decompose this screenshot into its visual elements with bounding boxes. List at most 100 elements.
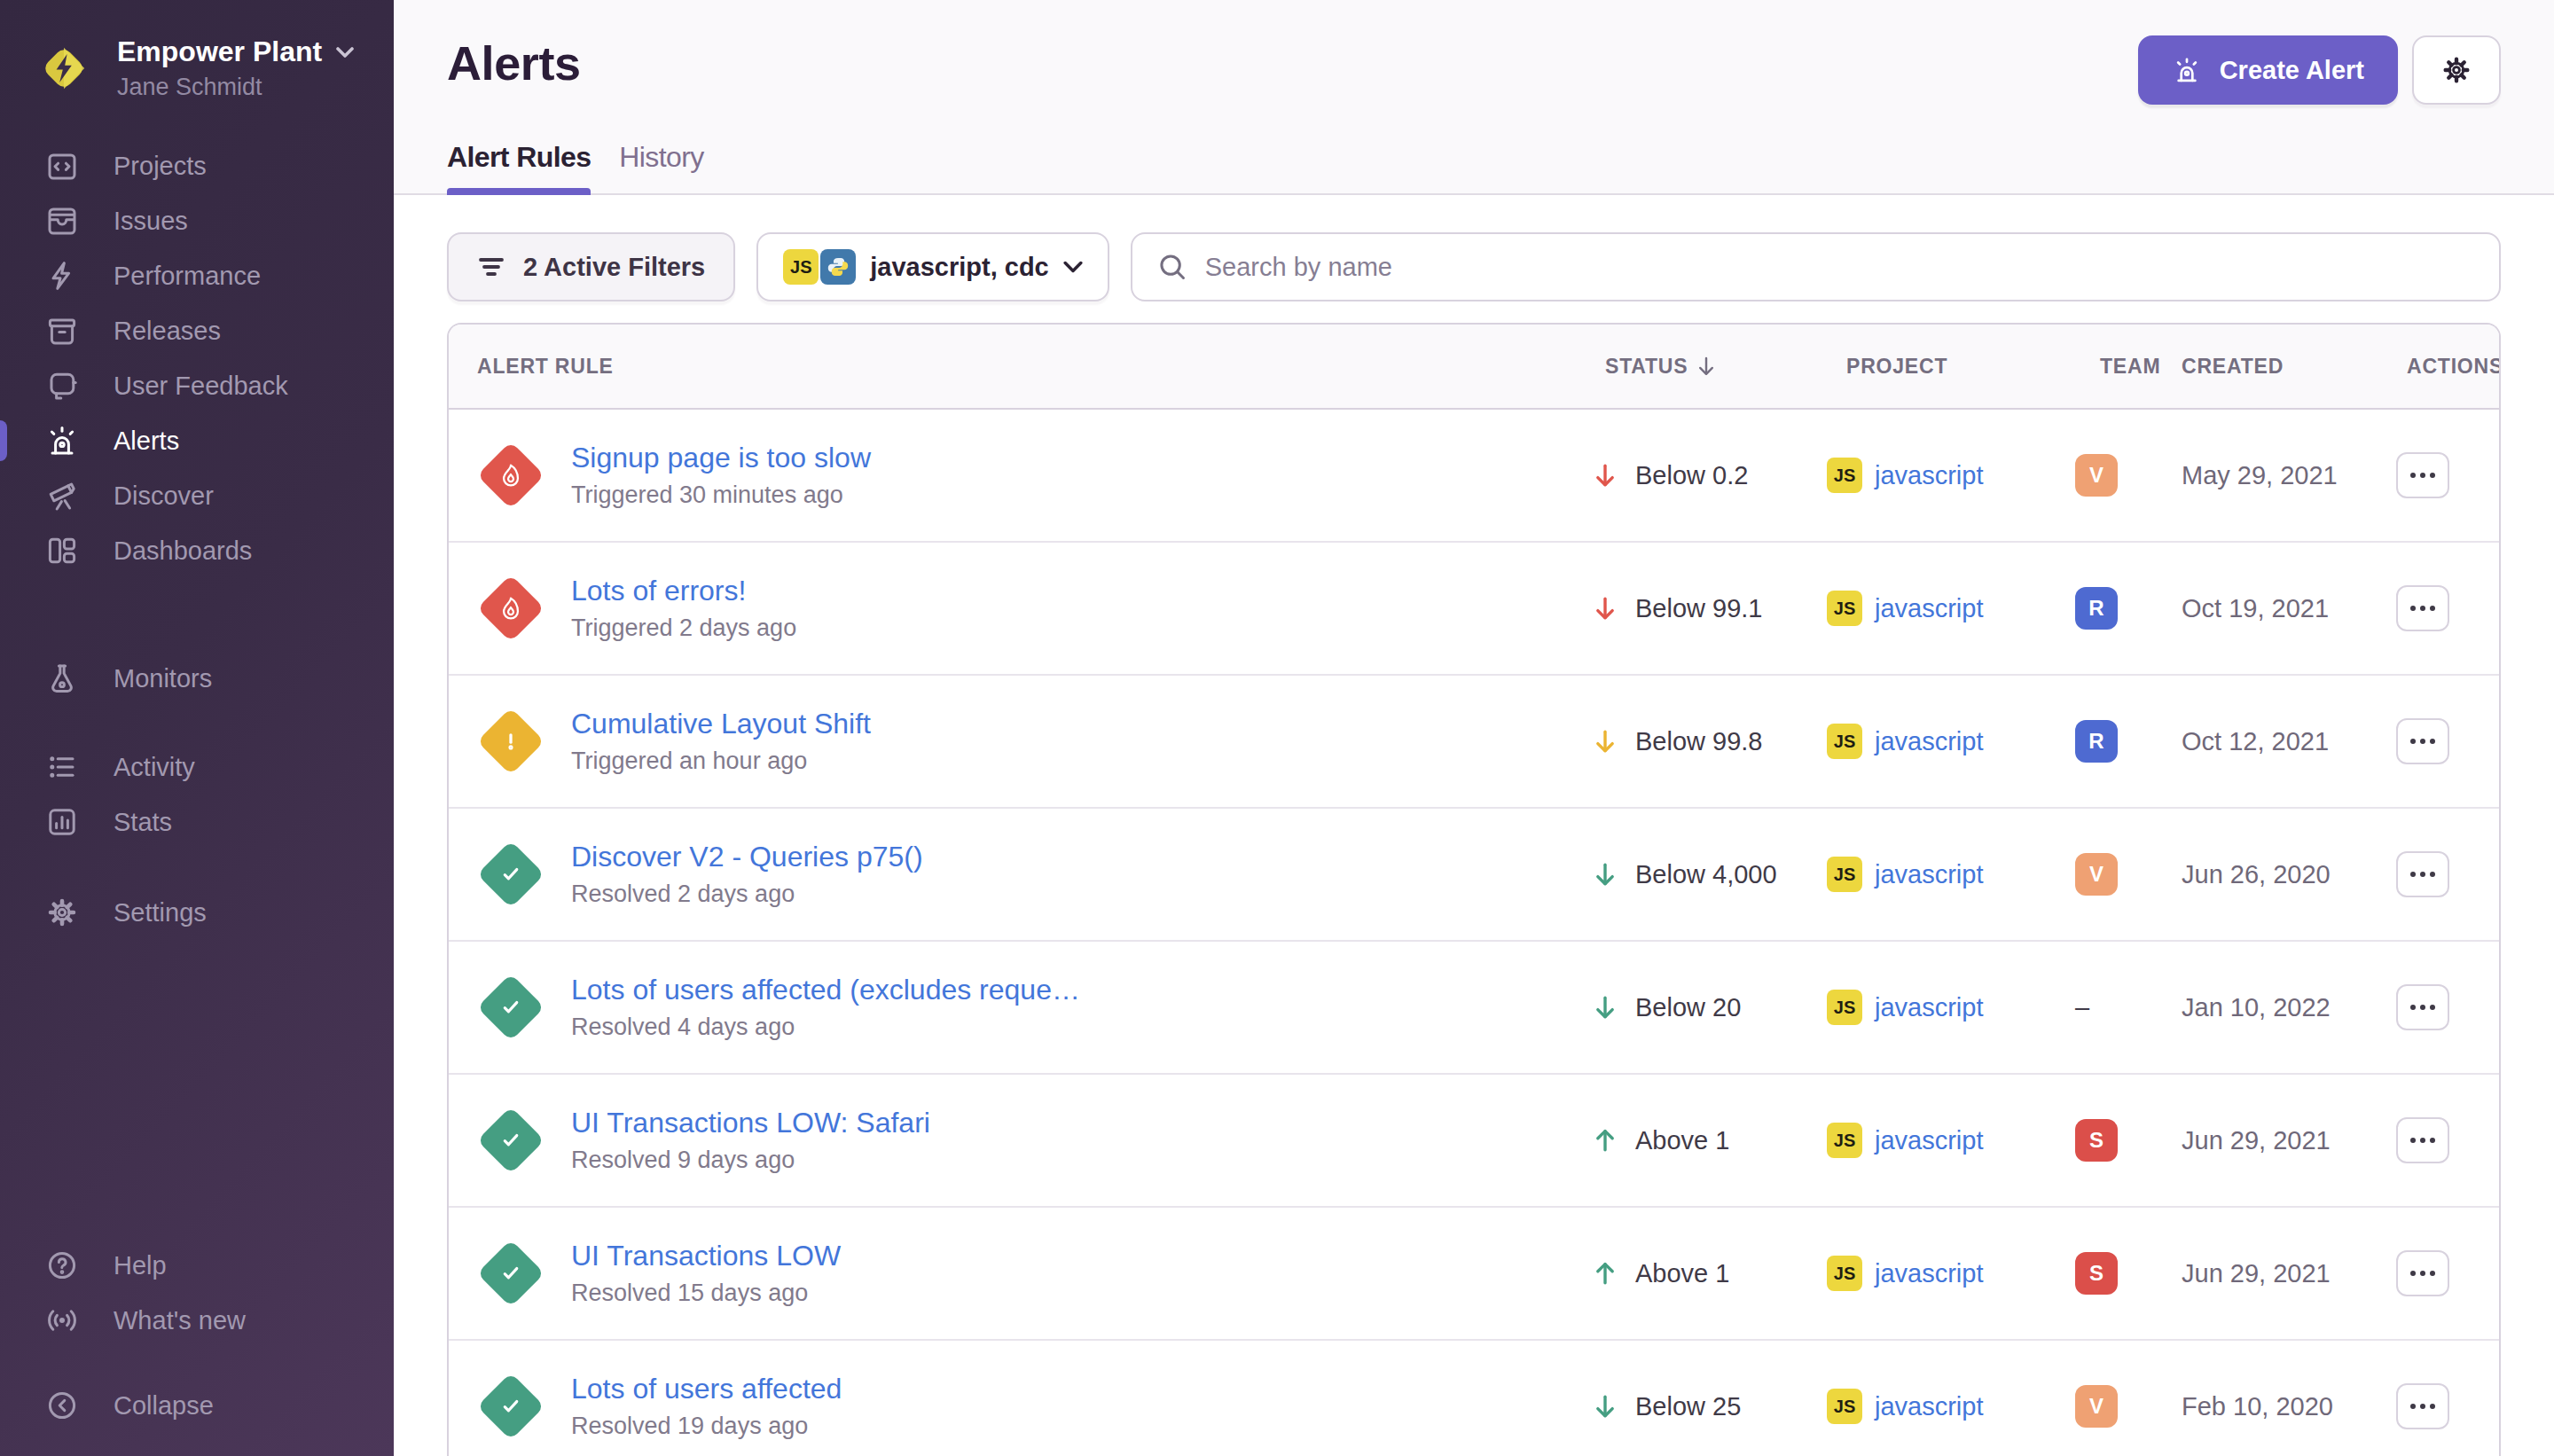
alert-rule-status-text: Resolved 2 days ago bbox=[571, 881, 923, 908]
column-header-project[interactable]: PROJECT bbox=[1818, 355, 2072, 379]
search-input[interactable]: Search by name bbox=[1131, 232, 2501, 301]
project-link[interactable]: javascript bbox=[1875, 1259, 1984, 1288]
table-row: Lots of users affected Resolved 19 days … bbox=[449, 1341, 2499, 1456]
sidebar-item-releases[interactable]: Releases bbox=[0, 303, 394, 358]
project-link[interactable]: javascript bbox=[1875, 461, 1984, 490]
row-actions-button[interactable] bbox=[2396, 1383, 2449, 1429]
sidebar-item-monitors[interactable]: Monitors bbox=[0, 651, 394, 706]
column-header-team[interactable]: TEAM bbox=[2072, 355, 2153, 379]
sidebar-item-whats-new[interactable]: What's new bbox=[0, 1293, 394, 1348]
sidebar-item-user-feedback[interactable]: User Feedback bbox=[0, 358, 394, 413]
column-header-created[interactable]: CREATED bbox=[2153, 355, 2378, 379]
row-actions-button[interactable] bbox=[2396, 1117, 2449, 1163]
table-row: Signup page is too slow Triggered 30 min… bbox=[449, 410, 2499, 543]
project-link[interactable]: javascript bbox=[1875, 594, 1984, 623]
trend-arrow-icon bbox=[1591, 1259, 1619, 1288]
settings-gear-button[interactable] bbox=[2412, 35, 2501, 105]
alert-rule-link[interactable]: Discover V2 - Queries p75() bbox=[571, 841, 923, 873]
issues-icon bbox=[44, 203, 80, 239]
team-avatar: V bbox=[2075, 853, 2118, 896]
severity-icon bbox=[477, 974, 544, 1041]
row-actions-button[interactable] bbox=[2396, 1250, 2449, 1296]
sidebar-item-projects[interactable]: Projects bbox=[0, 138, 394, 193]
actions-cell bbox=[2378, 585, 2499, 631]
projects-icon bbox=[44, 148, 80, 184]
alert-rule-status-text: Triggered an hour ago bbox=[571, 748, 871, 775]
project-filter-select[interactable]: JS javascript, cdc bbox=[756, 232, 1109, 301]
alert-rule-link[interactable]: Lots of users affected bbox=[571, 1373, 842, 1405]
list-icon bbox=[44, 749, 80, 785]
javascript-platform-icon: JS bbox=[1827, 990, 1862, 1025]
alert-rule-link[interactable]: Lots of errors! bbox=[571, 575, 796, 607]
actions-cell bbox=[2378, 1250, 2499, 1296]
sidebar-item-collapse[interactable]: Collapse bbox=[0, 1378, 394, 1433]
column-header-alert-rule[interactable]: ALERT RULE bbox=[449, 355, 1577, 379]
project-link[interactable]: javascript bbox=[1875, 1392, 1984, 1421]
row-actions-button[interactable] bbox=[2396, 984, 2449, 1030]
alert-rule-link[interactable]: UI Transactions LOW: Safari bbox=[571, 1107, 930, 1139]
alert-rule-link[interactable]: Cumulative Layout Shift bbox=[571, 708, 871, 740]
collapse-icon bbox=[44, 1388, 80, 1423]
flask-icon bbox=[44, 661, 80, 696]
created-cell: Jan 10, 2022 bbox=[2153, 993, 2378, 1022]
table-row: UI Transactions LOW: Safari Resolved 9 d… bbox=[449, 1075, 2499, 1208]
org-switcher[interactable]: Empower Plant Jane Schmidt bbox=[0, 0, 394, 101]
table-row: UI Transactions LOW Resolved 15 days ago… bbox=[449, 1208, 2499, 1341]
create-alert-button[interactable]: Create Alert bbox=[2138, 35, 2398, 105]
sidebar-item-help[interactable]: Help bbox=[0, 1238, 394, 1293]
actions-cell bbox=[2378, 1117, 2499, 1163]
alert-rule-link[interactable]: UI Transactions LOW bbox=[571, 1240, 841, 1272]
sidebar-item-discover[interactable]: Discover bbox=[0, 468, 394, 523]
trend-arrow-icon bbox=[1591, 461, 1619, 489]
severity-icon bbox=[477, 841, 544, 908]
alert-rule-link[interactable]: Signup page is too slow bbox=[571, 442, 871, 474]
status-cell: Below 20 bbox=[1577, 993, 1818, 1022]
project-cell: JS javascript bbox=[1818, 1389, 2072, 1424]
alert-rule-status-text: Triggered 2 days ago bbox=[571, 614, 796, 642]
feedback-icon bbox=[44, 368, 80, 403]
active-filters-button[interactable]: 2 Active Filters bbox=[447, 232, 735, 301]
project-link[interactable]: javascript bbox=[1875, 993, 1984, 1022]
sidebar-item-alerts[interactable]: Alerts bbox=[0, 413, 394, 468]
javascript-platform-icon: JS bbox=[1827, 458, 1862, 493]
tab-alert-rules[interactable]: Alert Rules bbox=[447, 141, 591, 193]
team-cell: S bbox=[2072, 1252, 2153, 1295]
chevron-down-icon bbox=[336, 46, 354, 59]
trend-arrow-icon bbox=[1591, 1126, 1619, 1155]
project-link[interactable]: javascript bbox=[1875, 860, 1984, 889]
row-actions-button[interactable] bbox=[2396, 585, 2449, 631]
alert-rule-link[interactable]: Lots of users affected (excludes reque… bbox=[571, 974, 1080, 1006]
severity-icon bbox=[477, 708, 544, 775]
project-link[interactable]: javascript bbox=[1875, 727, 1984, 756]
row-actions-button[interactable] bbox=[2396, 718, 2449, 764]
actions-cell bbox=[2378, 851, 2499, 897]
trend-arrow-icon bbox=[1591, 727, 1619, 755]
team-cell: V bbox=[2072, 1385, 2153, 1428]
column-header-actions[interactable]: ACTIONS bbox=[2378, 355, 2499, 379]
team-cell: – bbox=[2072, 993, 2153, 1022]
created-cell: Feb 10, 2020 bbox=[2153, 1392, 2378, 1421]
sidebar-item-settings[interactable]: Settings bbox=[0, 885, 394, 940]
table-header: ALERT RULE STATUS PROJECT TEAM CREATED A… bbox=[449, 325, 2499, 410]
siren-icon bbox=[44, 423, 80, 458]
sidebar-item-activity[interactable]: Activity bbox=[0, 740, 394, 795]
sidebar-item-issues[interactable]: Issues bbox=[0, 193, 394, 248]
row-actions-button[interactable] bbox=[2396, 851, 2449, 897]
column-header-status[interactable]: STATUS bbox=[1577, 355, 1818, 379]
javascript-platform-icon: JS bbox=[1827, 724, 1862, 759]
row-actions-button[interactable] bbox=[2396, 452, 2449, 498]
actions-cell bbox=[2378, 452, 2499, 498]
team-cell: S bbox=[2072, 1119, 2153, 1162]
tab-history[interactable]: History bbox=[619, 141, 703, 193]
sidebar-item-stats[interactable]: Stats bbox=[0, 795, 394, 849]
project-link[interactable]: javascript bbox=[1875, 1126, 1984, 1155]
tabs: Alert Rules History bbox=[447, 141, 2501, 193]
telescope-icon bbox=[44, 478, 80, 513]
alert-rule-status-text: Triggered 30 minutes ago bbox=[571, 481, 871, 509]
actions-cell bbox=[2378, 1383, 2499, 1429]
sidebar-nav: ProjectsIssuesPerformanceReleasesUser Fe… bbox=[0, 138, 394, 1456]
team-cell: R bbox=[2072, 720, 2153, 763]
sidebar-item-dashboards[interactable]: Dashboards bbox=[0, 523, 394, 578]
sidebar-item-performance[interactable]: Performance bbox=[0, 248, 394, 303]
python-platform-icon bbox=[820, 249, 856, 285]
